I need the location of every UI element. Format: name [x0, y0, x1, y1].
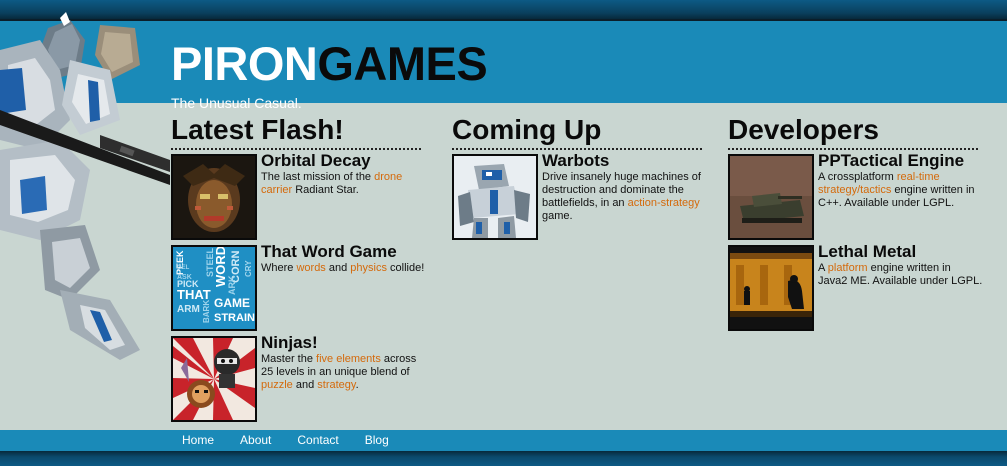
logo-part-games: GAMES — [317, 37, 488, 90]
game-item-that-word-game: PEEK STEEL WORD CORN ARK CRY THAT GAME A… — [171, 242, 426, 336]
engine-item-pptactical: PPTactical Engine A crossplatform real-t… — [728, 151, 983, 245]
game-title[interactable]: Ninjas! — [261, 333, 426, 353]
column-divider — [452, 148, 702, 150]
that-word-game-thumbnail[interactable]: PEEK STEEL WORD CORN ARK CRY THAT GAME A… — [171, 245, 257, 331]
game-title[interactable]: Orbital Decay — [261, 151, 426, 171]
game-description: Master the five elements across 25 level… — [261, 353, 417, 391]
ninjas-thumbnail[interactable] — [171, 336, 257, 422]
coming-up-column: Coming Up Warbots Drive insanely huge ma… — [452, 112, 706, 245]
word-tile: CRY — [244, 260, 253, 277]
game-item-warbots: Warbots Drive insanely huge machines of … — [452, 151, 707, 245]
item-info: That Word Game Where words and physics c… — [261, 242, 426, 275]
nav-link-about[interactable]: About — [240, 433, 271, 447]
word-tile: ARM — [177, 304, 200, 315]
item-info: Warbots Drive insanely huge machines of … — [542, 151, 707, 223]
word-tile: GAME — [214, 296, 250, 310]
engine-description: A platform engine written in Java2 ME. A… — [818, 262, 983, 287]
item-info: Ninjas! Master the five elements across … — [261, 333, 426, 392]
orbital-decay-thumbnail[interactable] — [171, 154, 257, 240]
latest-flash-column: Latest Flash! Orbital Decay The last mis… — [171, 112, 425, 427]
game-description: Drive insanely huge machines of destruct… — [542, 171, 701, 222]
engine-title[interactable]: PPTactical Engine — [818, 151, 983, 171]
nav-link-contact[interactable]: Contact — [297, 433, 338, 447]
inline-link[interactable]: words — [296, 262, 325, 274]
lethal-metal-thumbnail[interactable] — [728, 245, 814, 331]
warbots-thumbnail[interactable] — [452, 154, 538, 240]
nav-link-blog[interactable]: Blog — [365, 433, 389, 447]
footer-nav-bar: Home About Contact Blog — [0, 430, 1007, 451]
site-logo[interactable]: PIRONGAMES — [171, 37, 488, 90]
engine-title[interactable]: Lethal Metal — [818, 242, 983, 262]
pptactical-engine-thumbnail[interactable] — [728, 154, 814, 240]
word-tile: PEEK — [175, 250, 185, 275]
item-info: PPTactical Engine A crossplatform real-t… — [818, 151, 983, 210]
word-tile: STRAIN — [214, 312, 255, 324]
inline-link[interactable]: action-strategy — [628, 197, 700, 209]
footer-nav: Home About Contact Blog — [182, 433, 415, 447]
game-title[interactable]: That Word Game — [261, 242, 426, 262]
item-info: Lethal Metal A platform engine written i… — [818, 242, 983, 288]
site-tagline: The Unusual Casual. — [171, 95, 302, 111]
nav-link-home[interactable]: Home — [182, 433, 214, 447]
inline-link[interactable]: five elements — [316, 353, 381, 365]
game-item-orbital-decay: Orbital Decay The last mission of the dr… — [171, 151, 426, 245]
column-title: Developers — [728, 114, 879, 145]
word-tile: THAT — [177, 287, 211, 302]
game-item-ninjas: Ninjas! Master the five elements across … — [171, 333, 426, 427]
engine-description: A crossplatform real-time strategy/tacti… — [818, 171, 975, 209]
column-title: Coming Up — [452, 114, 602, 145]
inline-link[interactable]: drone carrier — [261, 171, 402, 196]
inline-link[interactable]: puzzle — [261, 379, 293, 391]
column-title: Latest Flash! — [171, 114, 344, 145]
inline-link[interactable]: real-time strategy/tactics — [818, 171, 940, 196]
word-tile: ARK — [227, 275, 237, 295]
column-divider — [171, 148, 421, 150]
word-tile: WORD — [213, 247, 228, 287]
word-tile: ASK — [177, 274, 192, 281]
logo-part-piron: PIRON — [171, 37, 318, 90]
word-tile: BARK — [202, 300, 211, 323]
word-tile: GEL — [177, 265, 190, 271]
robot-mascot-image — [0, 12, 170, 360]
developers-column: Developers PPTactical Engine A crossplat… — [728, 112, 982, 336]
game-description: The last mission of the drone carrier Ra… — [261, 171, 403, 196]
inline-link[interactable]: strategy — [317, 379, 355, 391]
inline-link[interactable]: physics — [350, 262, 387, 274]
item-info: Orbital Decay The last mission of the dr… — [261, 151, 426, 197]
column-divider — [728, 148, 978, 150]
engine-item-lethal-metal: Lethal Metal A platform engine written i… — [728, 242, 983, 336]
game-description: Where words and physics collide! — [261, 262, 425, 274]
inline-link[interactable]: platform — [828, 262, 868, 274]
bottom-bar — [0, 451, 1007, 466]
game-title[interactable]: Warbots — [542, 151, 707, 171]
